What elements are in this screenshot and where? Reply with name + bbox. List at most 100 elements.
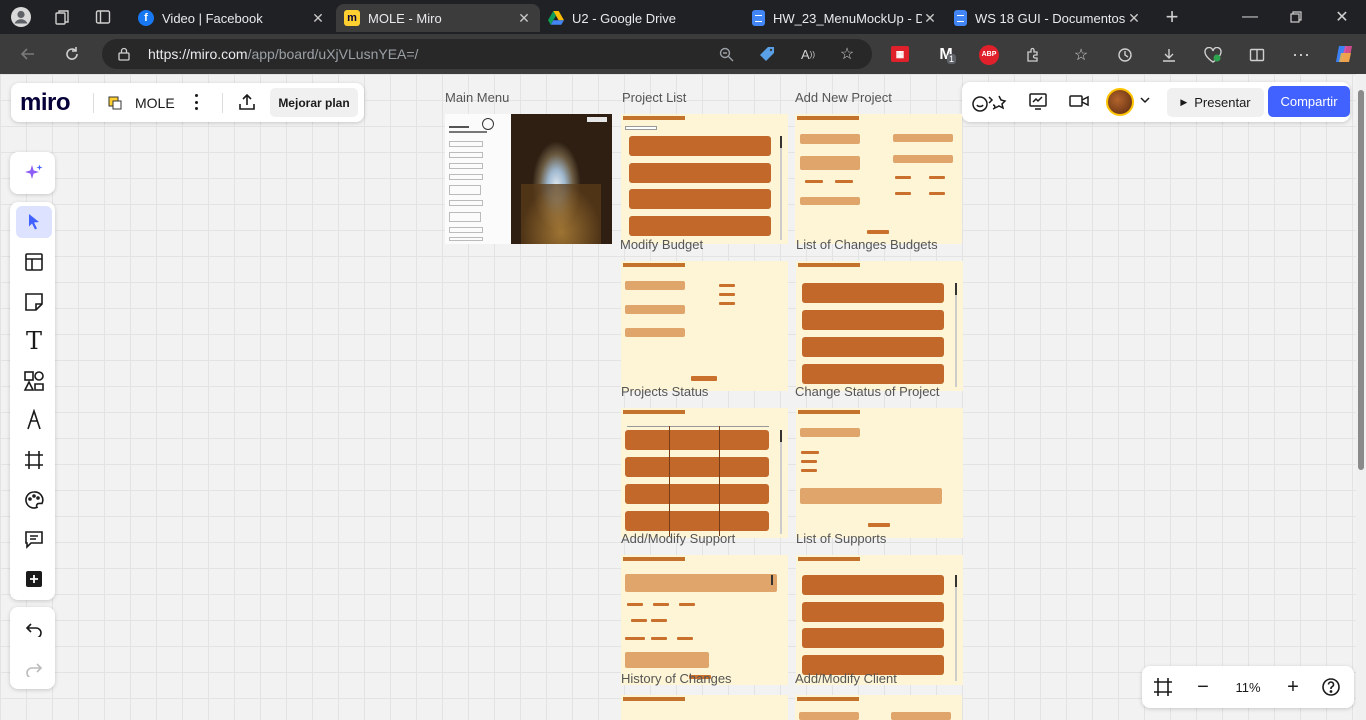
mockup-list-row [629,189,771,209]
mockup-scrollbar-thumb [771,575,773,585]
profile-avatar-icon[interactable] [8,5,34,29]
split-screen-icon[interactable] [1246,44,1268,66]
zoom-level[interactable]: 11% [1224,674,1272,700]
frame-add-modify-support[interactable] [621,555,788,685]
tab-facebook[interactable]: f Video | Facebook ✕ [130,4,334,32]
frame-title-list-of-supports[interactable]: List of Supports [796,531,886,546]
help-icon[interactable] [1318,674,1344,700]
mockup-textarea [800,488,942,504]
fit-to-screen-icon[interactable] [1150,674,1176,700]
extension-badge: 1 [947,54,957,64]
mockup-input [800,428,860,437]
vertical-scrollbar[interactable] [1356,74,1366,720]
undo-icon[interactable] [16,613,52,645]
extensions-puzzle-icon[interactable] [1022,44,1044,66]
close-window-icon[interactable]: ✕ [1330,5,1354,29]
miro-logo[interactable]: miro [20,89,71,117]
frame-projects-status[interactable] [621,408,788,538]
frame-list-of-changes-budgets[interactable] [796,261,963,391]
copilot-icon[interactable] [1332,42,1356,66]
browser-essentials-icon[interactable] [1202,44,1224,66]
frame-title-add-new-project[interactable]: Add New Project [795,90,892,105]
tab-google-drive[interactable]: U2 - Google Drive [540,4,744,32]
frame-title-modify-budget[interactable]: Modify Budget [620,237,703,252]
frame-title-add-modify-client[interactable]: Add/Modify Client [795,671,897,686]
new-tab-plus-icon[interactable]: + [1160,4,1184,29]
sticker-palette-icon[interactable] [16,484,52,516]
favorite-star-icon[interactable]: ☆ [838,45,856,63]
menu-mockup-sidebar [445,114,511,244]
frame-project-list[interactable] [621,114,788,244]
tab-actions-icon[interactable] [90,5,116,29]
select-cursor-icon[interactable] [16,206,52,238]
more-tools-plus-icon[interactable] [16,563,52,595]
frame-add-modify-client[interactable] [795,695,962,720]
user-avatar[interactable] [1106,88,1134,116]
history-icon[interactable] [1114,44,1136,66]
frame-title-list-of-changes-budgets[interactable]: List of Changes Budgets [796,237,938,252]
adblock-icon[interactable]: ABP [978,44,1000,66]
pen-icon[interactable] [16,404,52,436]
text-tool-icon[interactable]: T [16,325,52,357]
board-canvas[interactable]: miro MOLE Mejorar plan ▶ Presentar Compa… [0,74,1356,720]
frame-change-status-of-project[interactable] [796,408,963,538]
refresh-icon[interactable] [60,42,84,66]
close-tab-icon[interactable]: ✕ [516,10,532,27]
comment-icon[interactable] [16,523,52,555]
present-button[interactable]: ▶ Presentar [1167,88,1264,117]
mockup-input [625,305,685,314]
minimize-icon[interactable]: — [1238,5,1262,29]
favorites-icon[interactable]: ☆ [1070,44,1092,66]
ai-sparkle-icon[interactable] [16,157,52,189]
frame-modify-budget[interactable] [621,261,788,391]
site-info-icon[interactable] [116,46,132,62]
reactions-icon[interactable] [971,91,1009,113]
share-button[interactable]: Compartir [1268,86,1350,117]
back-arrow-icon[interactable] [16,42,40,66]
url-field[interactable]: https://miro.com/app/board/uXjVLusnYEA=/… [102,39,872,69]
close-tab-icon[interactable]: ✕ [310,10,326,27]
mockup-radio [719,302,735,305]
workspaces-icon[interactable] [50,5,76,29]
price-tag-icon[interactable] [758,45,776,63]
board-name[interactable]: MOLE [135,95,175,111]
mockup-text [449,131,487,133]
frame-title-history-of-changes[interactable]: History of Changes [621,671,732,686]
read-aloud-icon[interactable]: A)) [798,45,818,63]
frame-title-change-status-of-project[interactable]: Change Status of Project [795,384,940,399]
frame-icon[interactable] [16,444,52,476]
shapes-icon[interactable] [16,365,52,397]
frame-title-project-list[interactable]: Project List [622,90,686,105]
tab-miro[interactable]: m MOLE - Miro ✕ [336,4,540,32]
chevron-down-icon[interactable] [1138,93,1152,107]
video-camera-icon[interactable] [1068,91,1090,113]
zoom-out-icon[interactable]: − [1190,674,1216,700]
close-tab-icon[interactable]: ✕ [922,10,938,27]
zoom-magnifier-icon[interactable] [718,46,734,62]
zoom-in-icon[interactable]: + [1280,674,1306,700]
frame-title-projects-status[interactable]: Projects Status [621,384,708,399]
board-menu-kebab-icon[interactable] [191,91,201,113]
redo-icon[interactable] [16,653,52,685]
activity-chart-icon[interactable] [1028,91,1050,113]
frame-history-of-changes[interactable] [621,695,788,720]
tab-google-docs-ws18[interactable]: WS 18 GUI - Documentos d ✕ [946,4,1150,32]
frame-add-new-project[interactable] [795,114,962,244]
frame-main-menu[interactable] [445,114,612,244]
more-options-icon[interactable]: ⋯ [1290,44,1312,66]
extension-red-icon[interactable]: ▦ [890,44,910,64]
scrollbar-thumb[interactable] [1358,90,1364,470]
downloads-icon[interactable] [1158,44,1180,66]
upgrade-plan-button[interactable]: Mejorar plan [270,88,358,117]
mockup-button [929,176,945,179]
extension-m-icon[interactable]: M 1 [934,44,958,66]
frame-list-of-supports[interactable] [796,555,963,685]
close-tab-icon[interactable]: ✕ [1126,10,1142,27]
tab-google-docs-hw23[interactable]: HW_23_MenuMockUp - Do ✕ [744,4,946,32]
templates-icon[interactable] [16,246,52,278]
frame-title-main-menu[interactable]: Main Menu [445,90,509,105]
sticky-note-icon[interactable] [16,286,52,318]
frame-title-add-modify-support[interactable]: Add/Modify Support [621,531,735,546]
export-upload-icon[interactable] [237,92,259,114]
restore-icon[interactable] [1284,5,1308,29]
